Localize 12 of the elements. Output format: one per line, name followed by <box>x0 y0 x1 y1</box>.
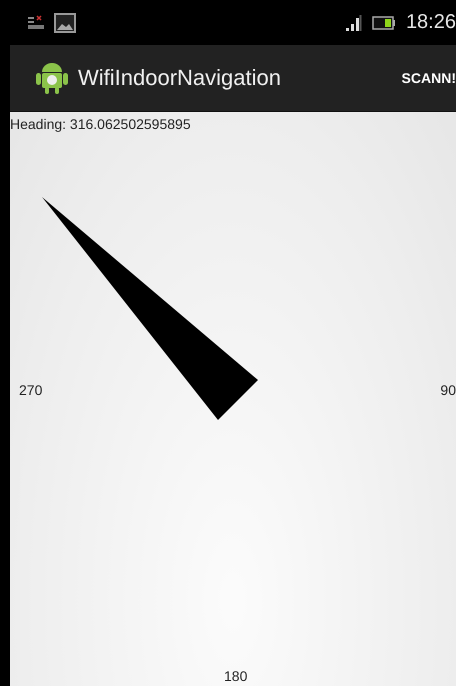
scan-button[interactable]: SCANN! <box>394 70 456 86</box>
compass-degree-label: 90 <box>440 382 456 398</box>
status-time: 18:26 <box>406 11 456 34</box>
notification-icon <box>28 14 44 30</box>
compass-degree-label: 180 <box>224 668 248 684</box>
heading-text: Heading: 316.062502595895 <box>10 116 191 132</box>
android-robot-icon <box>36 61 68 95</box>
signal-icon <box>346 14 362 30</box>
compass-degree-label: 270 <box>19 382 42 398</box>
image-icon <box>54 12 76 32</box>
battery-icon <box>372 14 396 30</box>
app-title: WifiIndoorNavigation <box>78 65 282 91</box>
